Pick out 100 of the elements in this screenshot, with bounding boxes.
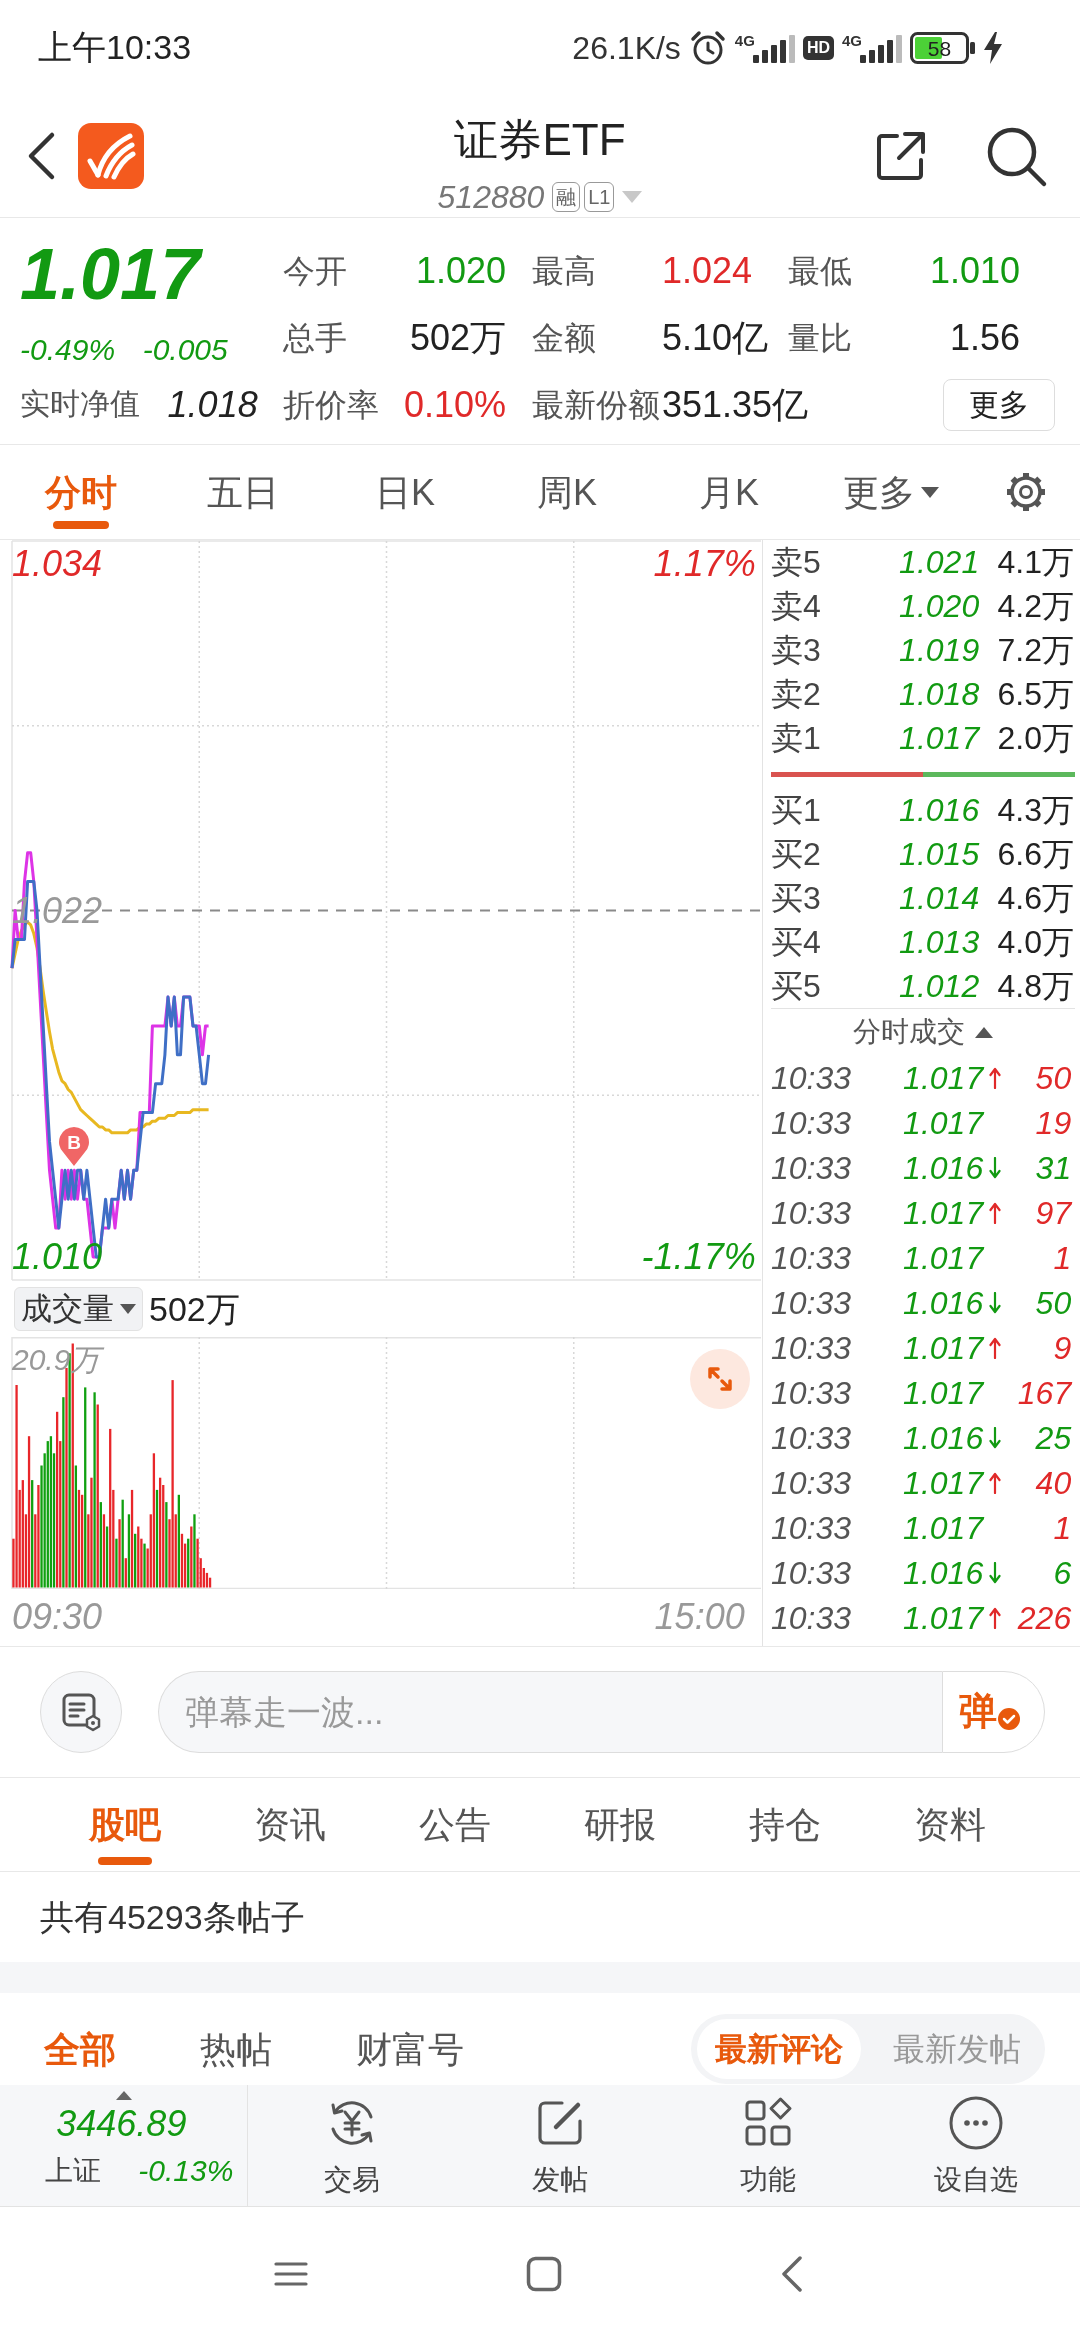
percent-label: 1.17%: [653, 544, 757, 584]
percent-label: -1.17%: [641, 1237, 757, 1277]
chart-tab[interactable]: 日K: [324, 445, 486, 539]
chart-tab[interactable]: 月K: [648, 445, 810, 539]
trade-volume: 97: [1035, 1193, 1074, 1233]
trade-time: 10:33: [771, 1193, 853, 1233]
stat-value: 0.10%: [403, 382, 507, 427]
order-volume: 6.6万: [997, 835, 1075, 874]
last-price: 1.017: [20, 233, 204, 316]
trade-time: 10:33: [771, 1238, 853, 1278]
arrow-down-icon: [989, 1156, 1001, 1179]
trade-time: 10:33: [771, 1283, 853, 1323]
toolbar-button[interactable]: 设自选: [872, 2085, 1080, 2206]
volume-total: 502万: [149, 1289, 240, 1330]
order-level-label: 卖2: [771, 675, 821, 714]
section-tab[interactable]: 股吧: [42, 1778, 207, 1871]
order-level-label: 买4: [771, 923, 821, 962]
order-price: 1.015: [899, 835, 981, 874]
more-button[interactable]: 更多: [943, 378, 1055, 431]
order-level-label: 卖5: [771, 543, 821, 582]
sort-option[interactable]: 最新评论: [697, 2019, 861, 2079]
market-tag: L1: [584, 182, 615, 212]
menu-icon[interactable]: [274, 2260, 308, 2287]
section-tab[interactable]: 研报: [537, 1778, 702, 1871]
network-type-label: 4G: [842, 32, 862, 48]
buy-marker: B: [57, 1127, 92, 1168]
order-volume: 4.8万: [997, 967, 1075, 1006]
caret-up-icon[interactable]: [115, 2091, 132, 2100]
trade-price: 1.016: [903, 1283, 985, 1323]
trade-price: 1.016: [903, 1553, 985, 1593]
settings-icon[interactable]: [1004, 470, 1048, 514]
post-count: 共有45293条帖子: [40, 1897, 305, 1938]
trade-time: 10:33: [771, 1553, 853, 1593]
trade-volume: 9: [1053, 1328, 1073, 1368]
filter-tab[interactable]: 热帖: [200, 2026, 272, 2072]
arrow-up-icon: [989, 1471, 1001, 1494]
order-volume: 4.2万: [997, 587, 1075, 626]
order-volume: 4.3万: [997, 791, 1075, 830]
volume-indicator-select[interactable]: 成交量: [14, 1287, 143, 1331]
section-tab[interactable]: 资料: [867, 1778, 1032, 1871]
arrow-up-icon: [989, 1336, 1001, 1359]
chart-tab[interactable]: 分时: [0, 445, 162, 539]
nav-value: 1.018: [167, 382, 259, 427]
stat-value: 351.35亿: [662, 382, 810, 427]
change-percent: -0.49%: [20, 332, 117, 369]
section-tab[interactable]: 资讯: [207, 1778, 372, 1871]
stat-value: 1.020: [415, 248, 507, 293]
danmaku-button[interactable]: 弹: [942, 1671, 1045, 1753]
toolbar-button[interactable]: 功能: [664, 2085, 872, 2206]
back-icon[interactable]: [780, 2254, 804, 2293]
arrow-up-icon: [989, 1606, 1001, 1629]
order-price: 1.019: [899, 631, 981, 670]
order-price: 1.021: [899, 543, 981, 582]
trade-volume: 167: [1017, 1373, 1074, 1413]
trade-volume: 226: [1017, 1598, 1073, 1638]
stock-code: 512880: [437, 178, 546, 217]
trade-price: 1.017: [903, 1328, 986, 1368]
chart-tab[interactable]: 更多: [810, 445, 972, 539]
stat-label: 最新份额: [532, 385, 661, 425]
order-volume: 4.0万: [997, 923, 1075, 962]
filter-tab[interactable]: 财富号: [356, 2026, 464, 2072]
network-speed: 26.1K/s: [572, 28, 681, 68]
comment-input[interactable]: 弹幕走一波...: [158, 1671, 942, 1753]
chart-tab[interactable]: 五日: [162, 445, 324, 539]
chart-tab[interactable]: 周K: [486, 445, 648, 539]
order-price: 1.020: [899, 587, 981, 626]
stat-label: 最高: [532, 251, 597, 291]
trade-volume: 1: [1053, 1238, 1073, 1278]
section-tab[interactable]: 持仓: [702, 1778, 867, 1871]
order-volume: 6.5万: [997, 675, 1075, 714]
filter-tab[interactable]: 全部: [44, 2026, 116, 2072]
toolbar-button[interactable]: 交易: [248, 2085, 456, 2206]
trade-time: 10:33: [771, 1463, 853, 1503]
arrow-down-icon: [989, 1291, 1001, 1314]
trade-time: 10:33: [771, 1058, 853, 1098]
time-label: 15:00: [654, 1597, 746, 1637]
trade-time: 10:33: [771, 1598, 853, 1638]
toolbar-button[interactable]: 发帖: [456, 2085, 664, 2206]
stat-value: 502万: [409, 315, 507, 360]
index-value: 3446.89: [56, 2102, 188, 2146]
trade-time: 10:33: [771, 1103, 853, 1143]
home-icon[interactable]: [526, 2255, 562, 2292]
arrow-down-icon: [989, 1426, 1001, 1449]
expand-icon[interactable]: [690, 1349, 750, 1409]
trade-price: 1.017: [903, 1238, 986, 1278]
time-label: 09:30: [12, 1597, 104, 1637]
section-tab[interactable]: 公告: [372, 1778, 537, 1871]
order-volume: 7.2万: [997, 631, 1075, 670]
order-level-label: 买1: [771, 791, 821, 830]
stat-label: 量比: [788, 318, 853, 358]
trade-price: 1.017: [903, 1193, 986, 1233]
trade-price: 1.017: [903, 1598, 986, 1638]
stat-label: 金额: [532, 318, 597, 358]
market-tag: 融: [552, 182, 581, 212]
trade-time: 10:33: [771, 1508, 853, 1548]
network-type-label: 4G: [734, 32, 755, 48]
trade-time: 10:33: [771, 1373, 853, 1413]
caret-up-icon[interactable]: [975, 1026, 993, 1038]
order-price: 1.014: [899, 879, 981, 918]
arrow-down-icon: [989, 1561, 1001, 1584]
